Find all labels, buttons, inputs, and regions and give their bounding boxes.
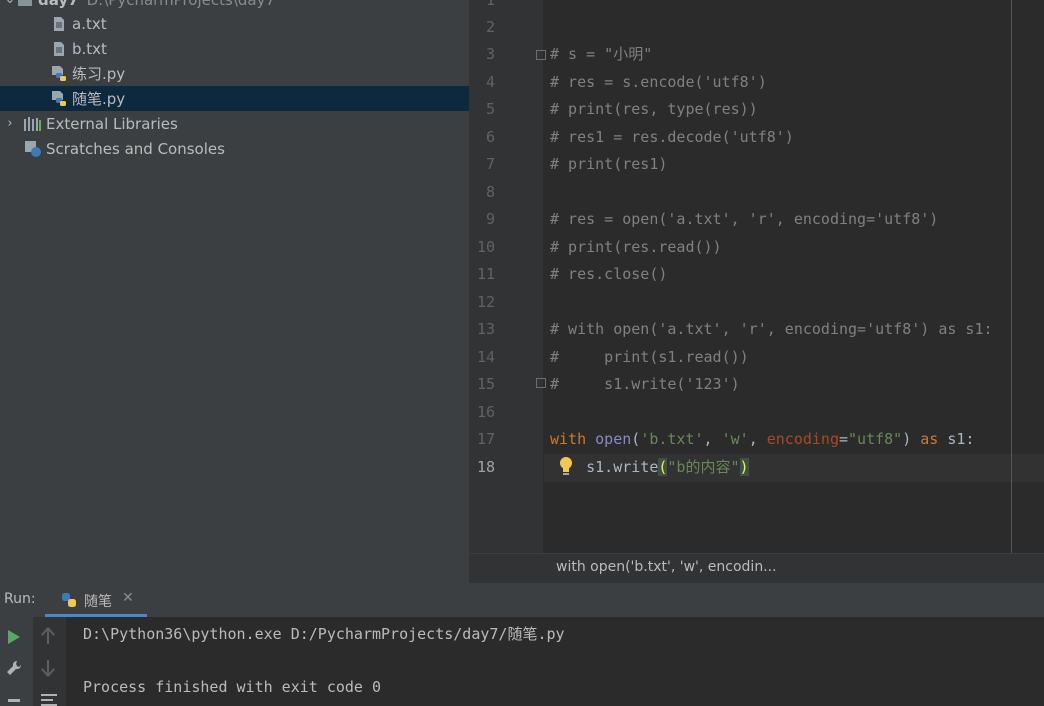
breadcrumb-item[interactable]: with open('b.txt', 'w', encodin... (556, 559, 777, 575)
rerun-icon[interactable] (7, 629, 21, 645)
line-number: 5 (485, 100, 495, 118)
console-line: Process finished with exit code 0 (83, 678, 382, 696)
tree-file-label: 随笔.py (72, 90, 126, 108)
code-line-14[interactable]: # print(s1.read()) (550, 344, 749, 371)
library-icon (24, 115, 42, 133)
line-number: 17 (476, 430, 495, 448)
run-toolbar (0, 617, 33, 706)
tree-external-libraries[interactable]: › External Libraries (0, 111, 469, 136)
line-number: 6 (485, 128, 495, 146)
run-tab-label[interactable]: 随笔 (84, 591, 112, 611)
arrow-down-icon[interactable] (41, 659, 55, 677)
code-line-10[interactable]: # print(res.read()) (550, 234, 722, 261)
code-line-15[interactable]: # s1.write('123') (550, 371, 740, 398)
python-file-icon (50, 65, 68, 83)
line-number: 16 (476, 403, 495, 421)
code-line-3[interactable]: # s = "小明" (550, 41, 652, 68)
run-toolbar-secondary (33, 617, 66, 706)
python-file-icon (50, 90, 68, 108)
stop-icon[interactable] (8, 699, 20, 702)
chevron-right-icon[interactable]: › (4, 116, 16, 131)
line-number: 10 (476, 238, 495, 256)
soft-wrap-icon[interactable] (40, 693, 58, 706)
run-panel: Run: 随笔 ✕ D:\Python36\python.exe D:/Pych… (0, 583, 1044, 706)
line-number: 4 (485, 73, 495, 91)
line-number: 1 (485, 0, 495, 9)
line-number: 11 (476, 265, 495, 283)
tree-scratches-label: Scratches and Consoles (46, 139, 225, 158)
chevron-down-icon[interactable]: ⌄ (4, 0, 16, 7)
code-line-7[interactable]: # print(res1) (550, 151, 667, 178)
python-icon (62, 593, 76, 607)
code-line-6[interactable]: # res1 = res.decode('utf8') (550, 124, 794, 151)
tree-external-libraries-label: External Libraries (46, 114, 178, 133)
tree-file-label: b.txt (72, 39, 107, 58)
lightbulb-icon[interactable] (558, 456, 574, 476)
tree-scratches[interactable]: Scratches and Consoles (0, 136, 469, 161)
text-file-icon (50, 40, 68, 58)
line-number: 8 (485, 183, 495, 201)
code-line-17[interactable]: with open('b.txt', 'w', encoding="utf8")… (550, 426, 974, 453)
code-line-13[interactable]: # with open('a.txt', 'r', encoding='utf8… (550, 316, 993, 343)
line-number: 7 (485, 155, 495, 173)
scratches-icon (24, 140, 42, 158)
fold-marker-icon[interactable] (536, 50, 546, 60)
folder-icon (16, 0, 34, 9)
line-number: 15 (476, 375, 495, 393)
console-line: D:\Python36\python.exe D:/PycharmProject… (83, 625, 565, 643)
code-line-9[interactable]: # res = open('a.txt', 'r', encoding='utf… (550, 206, 938, 233)
run-label: Run: (4, 591, 36, 607)
wrench-icon[interactable] (5, 659, 23, 677)
line-number: 13 (476, 320, 495, 338)
tree-file-suibi-py[interactable]: 随笔.py (0, 86, 469, 111)
code-line-4[interactable]: # res = s.encode('utf8') (550, 69, 767, 96)
line-number: 9 (485, 210, 495, 228)
right-margin-guide (1011, 0, 1012, 553)
tree-root-label: day7 (38, 0, 79, 9)
line-number: 2 (485, 18, 495, 36)
close-icon[interactable]: ✕ (122, 590, 134, 606)
line-number-current: 18 (476, 458, 495, 476)
line-number: 14 (476, 348, 495, 366)
code-line-5[interactable]: # print(res, type(res)) (550, 96, 758, 123)
run-panel-header: Run: 随笔 ✕ (0, 583, 1044, 617)
code-line-18[interactable]: s1.write("b的内容") (550, 454, 749, 481)
tree-file-a-txt[interactable]: a.txt (0, 11, 469, 36)
line-number: 3 (485, 45, 495, 63)
fold-marker-icon[interactable] (536, 378, 546, 388)
code-editor[interactable]: 1 2 3 4 5 6 7 8 9 10 11 12 13 14 15 16 1… (469, 0, 1044, 584)
breadcrumb[interactable]: with open('b.txt', 'w', encodin... (469, 553, 1044, 584)
tree-file-label: 练习.py (72, 65, 126, 83)
tree-root-path: D:\PycharmProjects\day7 (87, 0, 275, 9)
code-line-11[interactable]: # res.close() (550, 261, 667, 288)
arrow-up-icon[interactable] (41, 627, 55, 645)
text-file-icon (50, 15, 68, 33)
tree-file-lianxi-py[interactable]: 练习.py (0, 61, 469, 86)
tree-file-label: a.txt (72, 14, 107, 33)
tree-file-b-txt[interactable]: b.txt (0, 36, 469, 61)
project-panel: ⌄ day7 D:\PycharmProjects\day7 a.txt b.t… (0, 0, 469, 583)
line-number: 12 (476, 293, 495, 311)
